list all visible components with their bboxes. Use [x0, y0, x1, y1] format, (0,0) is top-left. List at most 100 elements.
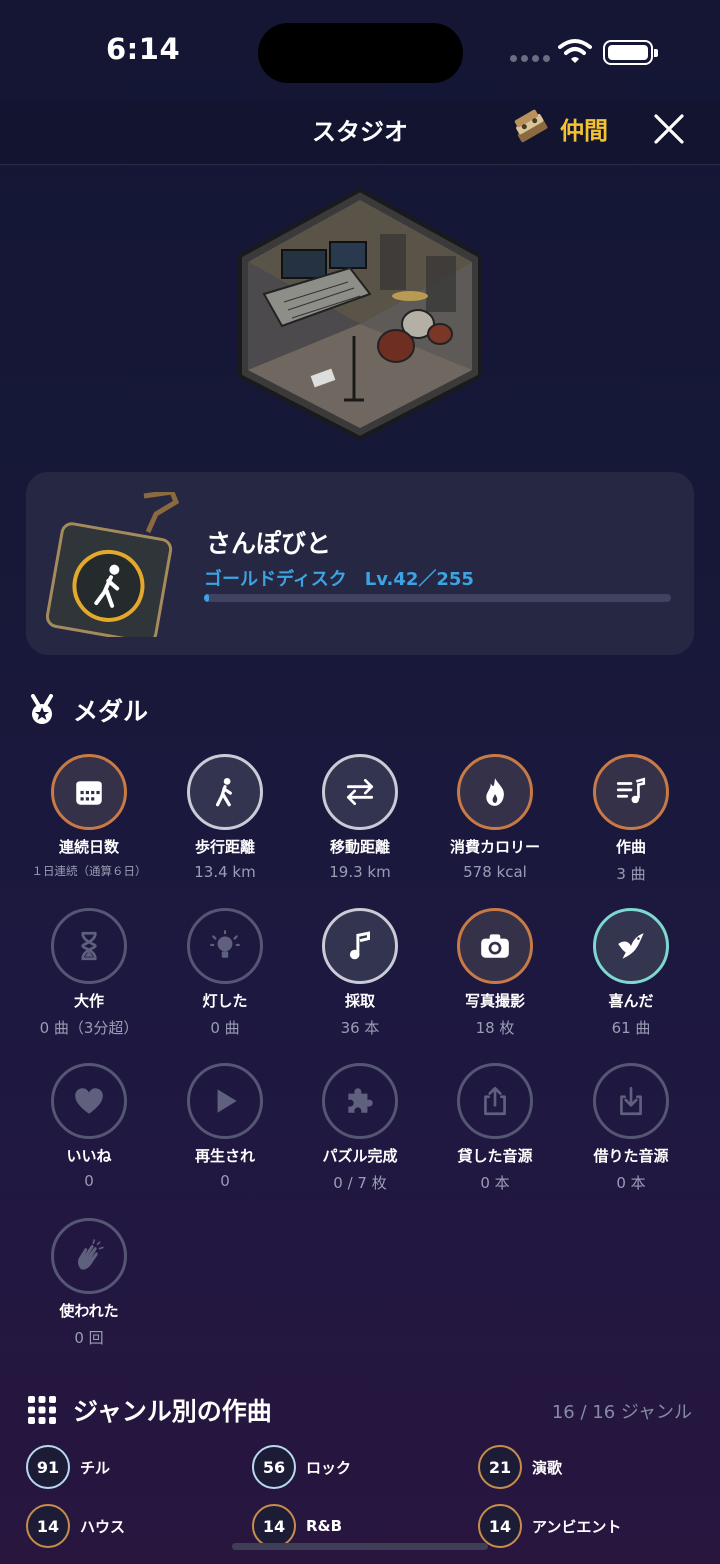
genre-count-badge: 14: [478, 1504, 522, 1548]
battery-icon: [603, 40, 658, 65]
medal-value: 61 曲: [611, 1019, 651, 1037]
note-icon: [349, 931, 370, 960]
medal-item[interactable]: 喜んだ 61 曲: [561, 908, 701, 1038]
level-label: Lv.42／255: [364, 569, 474, 590]
medals-title: メダル: [73, 697, 149, 726]
medal-item[interactable]: 写真撮影 18 枚: [425, 908, 565, 1038]
genre-count-badge: 56: [252, 1445, 296, 1489]
medal-label: 写真撮影: [464, 992, 525, 1010]
medal-ring: [187, 908, 263, 984]
medal-item[interactable]: 消費カロリー 578 kcal: [425, 754, 565, 881]
medal-label: 使われた: [59, 1302, 119, 1320]
nav-bar: スタジオ 仲間: [0, 100, 720, 165]
medal-value: 0 / 7 枚: [333, 1174, 387, 1192]
profile-card[interactable]: さんぽびと ゴールドディスク Lv.42／255: [26, 472, 694, 655]
medal-label: 喜んだ: [608, 992, 654, 1010]
medal-label: 歩行距離: [194, 838, 255, 856]
genre-count-badge: 14: [252, 1504, 296, 1548]
genre-item[interactable]: 91 チル: [26, 1445, 110, 1489]
heart-icon: [75, 1088, 103, 1114]
share-in-icon: [620, 1086, 642, 1116]
medal-value: 0 回: [74, 1329, 104, 1347]
medal-value: 0 曲: [210, 1019, 240, 1037]
medal-item[interactable]: 歩行距離 13.4 km: [155, 754, 295, 881]
medal-item[interactable]: 採取 36 本: [290, 908, 430, 1038]
page-title: スタジオ: [312, 118, 408, 146]
medal-value: 3 曲: [616, 865, 646, 883]
medal-value: １日連続（通算６日）: [31, 864, 147, 878]
medal-ring: [457, 908, 533, 984]
close-icon[interactable]: [652, 112, 686, 146]
wifi-icon: [558, 39, 592, 63]
medal-ring: [187, 1063, 263, 1139]
clap-icon: [77, 1239, 104, 1270]
walker-badge-icon: [46, 492, 180, 637]
medal-label: 採取: [344, 992, 375, 1010]
medal-value: 0: [84, 1172, 94, 1190]
medal-item[interactable]: 灯した 0 曲: [155, 908, 295, 1038]
genre-name: R&B: [306, 1517, 343, 1535]
medal-icon: [31, 694, 53, 724]
play-icon: [217, 1089, 237, 1113]
music-list-icon: [616, 777, 646, 804]
medal-ring: [322, 908, 398, 984]
medal-label: 灯した: [202, 992, 248, 1010]
genre-name: ロック: [306, 1458, 352, 1477]
medal-label: いいね: [66, 1147, 112, 1165]
camera-icon: [481, 934, 509, 958]
genre-header: ジャンル別の作曲: [27, 1392, 272, 1428]
medal-item[interactable]: 移動距離 19.3 km: [290, 754, 430, 881]
medal-item[interactable]: 貸した音源 0 本: [425, 1063, 565, 1193]
medal-item[interactable]: 大作 0 曲（3分超）: [19, 908, 159, 1038]
cellular-dots-icon: [510, 55, 550, 62]
medal-item[interactable]: 再生され 0: [155, 1063, 295, 1190]
genre-item[interactable]: 14 ハウス: [26, 1504, 125, 1548]
medal-item[interactable]: 使われた 0 回: [19, 1218, 159, 1348]
flame-icon: [486, 778, 504, 806]
dynamic-island: [258, 23, 463, 83]
genre-item[interactable]: 14 R&B: [252, 1504, 342, 1548]
medal-ring: [51, 1063, 127, 1139]
medal-label: 移動距離: [329, 838, 390, 856]
medal-label: 大作: [73, 992, 104, 1010]
medal-value: 0 本: [480, 1174, 510, 1192]
genre-item[interactable]: 14 アンビエント: [478, 1504, 621, 1548]
medal-ring: [593, 754, 669, 830]
genre-count-badge: 14: [26, 1504, 70, 1548]
medals-header: メダル: [27, 692, 148, 728]
medal-item[interactable]: パズル完成 0 / 7 枚: [290, 1063, 430, 1193]
medal-value: 18 枚: [475, 1019, 515, 1037]
medal-ring: [51, 908, 127, 984]
genre-count-badge: 91: [26, 1445, 70, 1489]
medal-ring: [51, 1218, 127, 1294]
friends-button[interactable]: 仲間: [512, 106, 608, 150]
medal-label: 作曲: [615, 838, 646, 856]
studio-room-illustration: [238, 187, 482, 441]
medal-item[interactable]: 借りた音源 0 本: [561, 1063, 701, 1193]
walk-icon: [215, 777, 232, 807]
puzzle-icon: [348, 1088, 373, 1113]
bulb-icon: [210, 930, 240, 958]
status-time: 6:14: [106, 32, 181, 66]
medal-value: 13.4 km: [194, 863, 256, 881]
medal-item[interactable]: 連続日数 １日連続（通算６日）: [19, 754, 159, 879]
medal-value: 578 kcal: [463, 863, 527, 881]
genre-name: チル: [80, 1458, 111, 1477]
medal-label: 再生され: [194, 1147, 255, 1165]
profile-rank-line: ゴールドディスク Lv.42／255: [204, 565, 474, 591]
medal-item[interactable]: 作曲 3 曲: [561, 754, 701, 884]
medal-value: 36 本: [340, 1019, 380, 1037]
status-bar: 6:14: [0, 0, 720, 100]
medal-label: 連続日数: [58, 838, 119, 856]
medal-label: パズル完成: [322, 1147, 398, 1165]
genre-item[interactable]: 56 ロック: [252, 1445, 351, 1489]
level-progress-bar: [204, 594, 671, 602]
genre-item[interactable]: 21 演歌: [478, 1445, 562, 1489]
bird-icon: [618, 933, 644, 959]
profile-title: さんぽびと: [206, 529, 332, 558]
medal-item[interactable]: いいね 0: [19, 1063, 159, 1190]
medal-value: 0: [220, 1172, 230, 1190]
genre-count-badge: 21: [478, 1445, 522, 1489]
medal-ring: [187, 754, 263, 830]
tape-stack-icon: [514, 109, 548, 143]
